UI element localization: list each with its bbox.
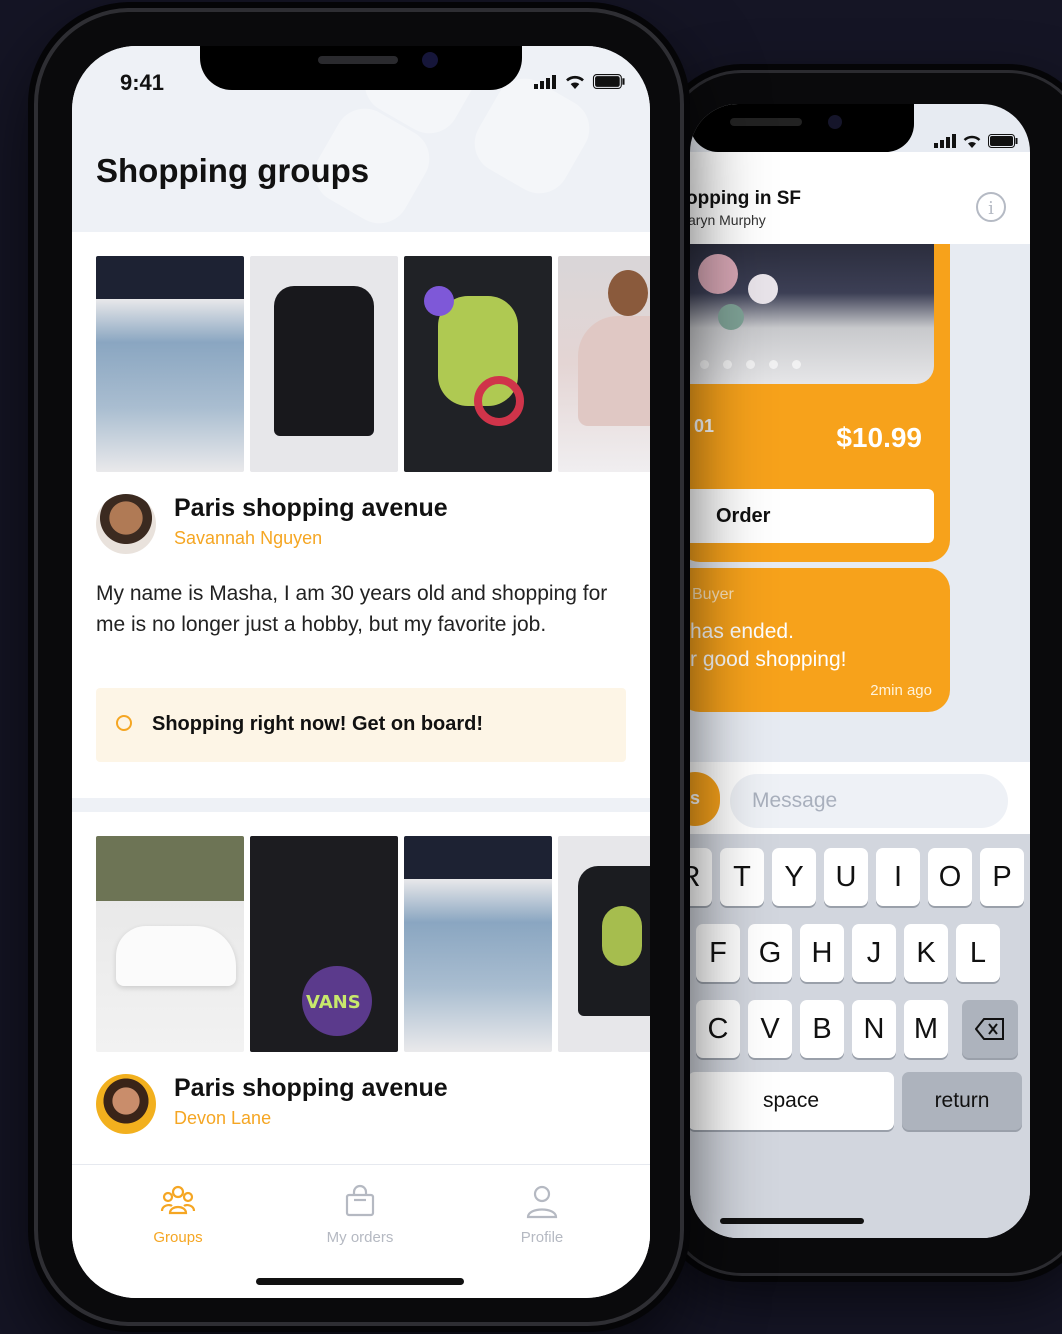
home-indicator xyxy=(256,1278,464,1285)
message-bubble: Buyer has ended. r good shopping! 2min a… xyxy=(690,568,950,712)
key-h[interactable]: H xyxy=(800,924,844,982)
clock-icon xyxy=(116,715,132,731)
group-owner[interactable]: Devon Lane xyxy=(174,1108,271,1129)
group-card[interactable]: Paris shopping avenue Savannah Nguyen My… xyxy=(72,232,650,798)
quantity-value: 01 xyxy=(694,416,715,436)
tab-profile[interactable]: Profile xyxy=(462,1165,622,1265)
group-description: My name is Masha, I am 30 years old and … xyxy=(96,582,608,636)
notch xyxy=(200,46,522,90)
order-card: 01 $10.99 Order xyxy=(690,244,950,562)
key-p[interactable]: P xyxy=(980,848,1024,906)
wifi-icon xyxy=(566,75,584,89)
order-button-label: Order xyxy=(716,505,771,527)
key-j[interactable]: J xyxy=(852,924,896,982)
signal-icon xyxy=(934,134,956,148)
tab-my-orders[interactable]: My orders xyxy=(280,1165,440,1265)
group-owner[interactable]: Savannah Nguyen xyxy=(174,528,322,549)
message-input-bar: s xyxy=(690,762,1030,834)
speaker-grille xyxy=(730,118,802,126)
chat-title: opping in SF xyxy=(690,188,802,209)
key-b[interactable]: B xyxy=(800,1000,844,1058)
tab-groups[interactable]: Groups xyxy=(98,1165,258,1265)
attach-button-label: s xyxy=(690,788,701,808)
return-key[interactable]: return xyxy=(902,1072,1022,1130)
key-v[interactable]: V xyxy=(748,1000,792,1058)
tab-label: Groups xyxy=(153,1229,203,1246)
product-photo-jeans[interactable] xyxy=(404,836,552,1052)
live-banner-text: Shopping right now! Get on board! xyxy=(152,713,484,735)
home-indicator xyxy=(720,1218,864,1224)
key-y[interactable]: Y xyxy=(772,848,816,906)
groups-screen: Shopping groups 9:41 Paris shopping aven… xyxy=(72,46,650,1298)
backspace-icon xyxy=(975,1018,1004,1040)
key-l[interactable]: L xyxy=(956,924,1000,982)
status-time: 9:41 xyxy=(120,70,165,95)
chat-subtitle: aryn Murphy xyxy=(690,212,766,228)
key-k[interactable]: K xyxy=(904,924,948,982)
chat-header: opping in SF aryn Murphy i xyxy=(690,152,1030,244)
product-photo-strip[interactable]: VANS xyxy=(96,836,650,1052)
avatar[interactable] xyxy=(96,494,156,554)
wifi-icon xyxy=(963,135,981,148)
product-photo-printed-jacket[interactable] xyxy=(558,836,650,1052)
section-divider xyxy=(72,798,650,812)
front-camera xyxy=(828,115,842,129)
key-c[interactable]: C xyxy=(696,1000,740,1058)
product-photo-strip[interactable] xyxy=(96,256,650,472)
carousel-dots[interactable] xyxy=(700,360,801,369)
price: $10.99 xyxy=(836,422,922,453)
live-shopping-banner[interactable]: Shopping right now! Get on board! xyxy=(96,688,626,762)
backspace-key[interactable] xyxy=(962,1000,1018,1058)
order-button[interactable]: Order xyxy=(690,489,934,543)
group-title[interactable]: Paris shopping avenue xyxy=(174,494,448,523)
key-m[interactable]: M xyxy=(904,1000,948,1058)
message-line-2: r good shopping! xyxy=(690,648,847,671)
key-r[interactable]: R xyxy=(690,848,712,906)
notch xyxy=(690,104,914,152)
product-photo xyxy=(690,244,934,384)
signal-icon xyxy=(534,74,556,89)
key-o[interactable]: O xyxy=(928,848,972,906)
keyboard: R T Y U I O P F G H J K L C V B N M spa xyxy=(690,834,1030,1238)
group-title[interactable]: Paris shopping avenue xyxy=(174,1074,448,1103)
person-icon xyxy=(526,1185,558,1219)
keyboard-row-3: C V B N M xyxy=(696,1000,1026,1058)
keyboard-row-4: space return xyxy=(690,1072,1030,1130)
chat-screen: opping in SF aryn Murphy i 01 $10.99 Ord… xyxy=(690,104,1030,1238)
key-g[interactable]: G xyxy=(748,924,792,982)
tab-label: My orders xyxy=(326,1229,394,1246)
message-input[interactable] xyxy=(730,774,1008,828)
key-u[interactable]: U xyxy=(824,848,868,906)
key-f[interactable]: F xyxy=(696,924,740,982)
key-t[interactable]: T xyxy=(720,848,764,906)
product-photo-sneakers[interactable] xyxy=(96,836,244,1052)
status-bar-icons xyxy=(534,74,626,89)
avatar[interactable] xyxy=(96,1074,156,1134)
keyboard-row-1: R T Y U I O P xyxy=(690,848,1030,906)
speaker-grille xyxy=(318,56,398,64)
key-i[interactable]: I xyxy=(876,848,920,906)
page-title: Shopping groups xyxy=(96,152,370,189)
product-photo-jacket[interactable] xyxy=(250,256,398,472)
groups-icon xyxy=(160,1185,196,1215)
product-photo-jeans[interactable] xyxy=(96,256,244,472)
status-bar-icons xyxy=(934,134,1018,148)
product-photo-hoodie[interactable] xyxy=(558,256,650,472)
message-timestamp: 2min ago xyxy=(870,682,932,699)
attach-button[interactable]: s xyxy=(690,772,720,826)
battery-icon xyxy=(592,74,625,89)
product-photo-vans-jacket[interactable]: VANS xyxy=(250,836,398,1052)
space-key[interactable]: space xyxy=(690,1072,894,1130)
key-n[interactable]: N xyxy=(852,1000,896,1058)
message-line-1: has ended. xyxy=(690,620,794,643)
shopping-bag-icon xyxy=(345,1184,375,1217)
message-sender-role: Buyer xyxy=(692,586,734,603)
tab-label: Profile xyxy=(520,1229,564,1246)
battery-icon xyxy=(988,134,1018,148)
info-icon[interactable]: i xyxy=(976,192,1006,222)
front-camera xyxy=(422,52,438,68)
keyboard-row-2: F G H J K L xyxy=(696,924,1008,982)
product-photo-printed-jacket[interactable] xyxy=(404,256,552,472)
